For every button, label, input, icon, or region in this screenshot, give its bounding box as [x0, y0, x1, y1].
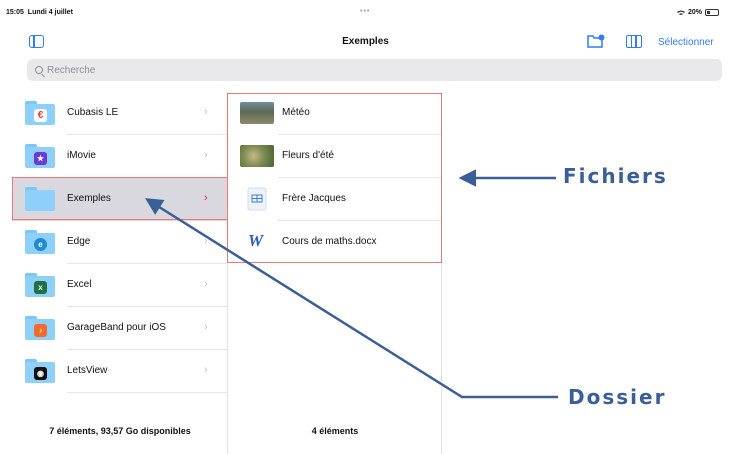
files-annotation: Fichiers	[563, 164, 668, 188]
folder-arrow	[145, 198, 558, 399]
folder-annotation: Dossier	[568, 385, 667, 409]
